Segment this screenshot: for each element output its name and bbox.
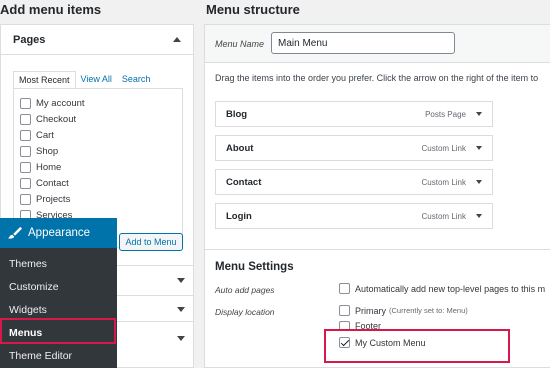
list-item[interactable]: Projects — [20, 191, 176, 207]
menu-item-row[interactable]: Login Custom Link — [215, 203, 493, 229]
collapse-caret-icon[interactable] — [173, 37, 181, 42]
list-item[interactable]: Home — [20, 159, 176, 175]
custom-menu-highlight-box — [324, 329, 510, 363]
tab-view-all[interactable]: View All — [76, 71, 117, 89]
menu-item-type: Posts Page — [425, 109, 466, 119]
auto-add-label: Auto add pages — [215, 285, 275, 295]
menu-item-type: Custom Link — [421, 177, 466, 187]
tab-search[interactable]: Search — [117, 71, 156, 89]
checkbox[interactable] — [20, 161, 31, 173]
menu-item-type: Custom Link — [421, 211, 466, 221]
admin-sidebar: Appearance Themes Customize Widgets Menu… — [0, 218, 117, 368]
pages-panel-title: Pages — [13, 33, 46, 46]
checkbox[interactable] — [20, 113, 31, 125]
menu-structure-heading: Menu structure — [206, 2, 300, 17]
menu-item-title: Login — [226, 210, 252, 222]
list-item[interactable]: Checkout — [20, 111, 176, 127]
divider — [205, 249, 550, 250]
menu-name-input[interactable]: Main Menu — [271, 32, 455, 54]
list-item[interactable]: Shop — [20, 143, 176, 159]
menu-item-title: Contact — [226, 176, 262, 188]
add-menu-items-heading: Add menu items — [0, 2, 102, 17]
list-item[interactable]: Cart — [20, 127, 176, 143]
checkbox[interactable] — [20, 129, 31, 141]
checkbox[interactable] — [339, 305, 350, 316]
expand-arrow-icon[interactable] — [476, 146, 482, 150]
expand-caret-icon[interactable] — [177, 278, 185, 283]
menu-name-label: Menu Name — [215, 39, 265, 49]
display-location-label: Display location — [215, 307, 275, 317]
location-option-primary[interactable]: Primary (Currently set to: Menu) — [339, 305, 468, 316]
admin-menu-customize[interactable]: Customize — [0, 275, 117, 298]
tab-most-recent[interactable]: Most Recent — [13, 71, 76, 89]
paintbrush-icon — [8, 226, 22, 239]
menu-item-type: Custom Link — [421, 143, 466, 153]
expand-caret-icon[interactable] — [177, 307, 185, 312]
expand-arrow-icon[interactable] — [476, 180, 482, 184]
menu-settings-heading: Menu Settings — [215, 261, 294, 273]
auto-add-checkbox[interactable] — [339, 283, 350, 294]
checkbox[interactable] — [20, 193, 31, 205]
menu-item-title: About — [226, 142, 254, 154]
expand-arrow-icon[interactable] — [476, 112, 482, 116]
menu-item-title: Blog — [226, 108, 248, 120]
pages-panel-header[interactable]: Pages — [1, 25, 193, 55]
add-to-menu-button[interactable]: Add to Menu — [119, 233, 183, 251]
checkbox[interactable] — [20, 97, 31, 109]
expand-caret-icon[interactable] — [177, 336, 185, 341]
admin-menu-appearance-label: Appearance — [28, 227, 91, 239]
auto-add-option[interactable]: Automatically add new top-level pages to… — [339, 283, 550, 294]
menu-item-row[interactable]: Contact Custom Link — [215, 169, 493, 195]
list-item[interactable]: My account — [20, 95, 176, 111]
drag-instructions: Drag the items into the order you prefer… — [215, 73, 539, 83]
pages-tabs: Most Recent View All Search — [13, 71, 155, 89]
expand-arrow-icon[interactable] — [476, 214, 482, 218]
admin-menu-themes[interactable]: Themes — [0, 252, 117, 275]
admin-menu-theme-editor[interactable]: Theme Editor — [0, 344, 117, 367]
checkbox[interactable] — [20, 177, 31, 189]
menus-highlight-box — [0, 318, 116, 344]
admin-menu-appearance[interactable]: Appearance — [0, 218, 117, 248]
list-item[interactable]: Contact — [20, 175, 176, 191]
menu-item-row[interactable]: Blog Posts Page — [215, 101, 493, 127]
checkbox[interactable] — [20, 145, 31, 157]
menu-edit-panel: Menu Name Main Menu Drag the items into … — [204, 24, 550, 368]
menu-item-row[interactable]: About Custom Link — [215, 135, 493, 161]
